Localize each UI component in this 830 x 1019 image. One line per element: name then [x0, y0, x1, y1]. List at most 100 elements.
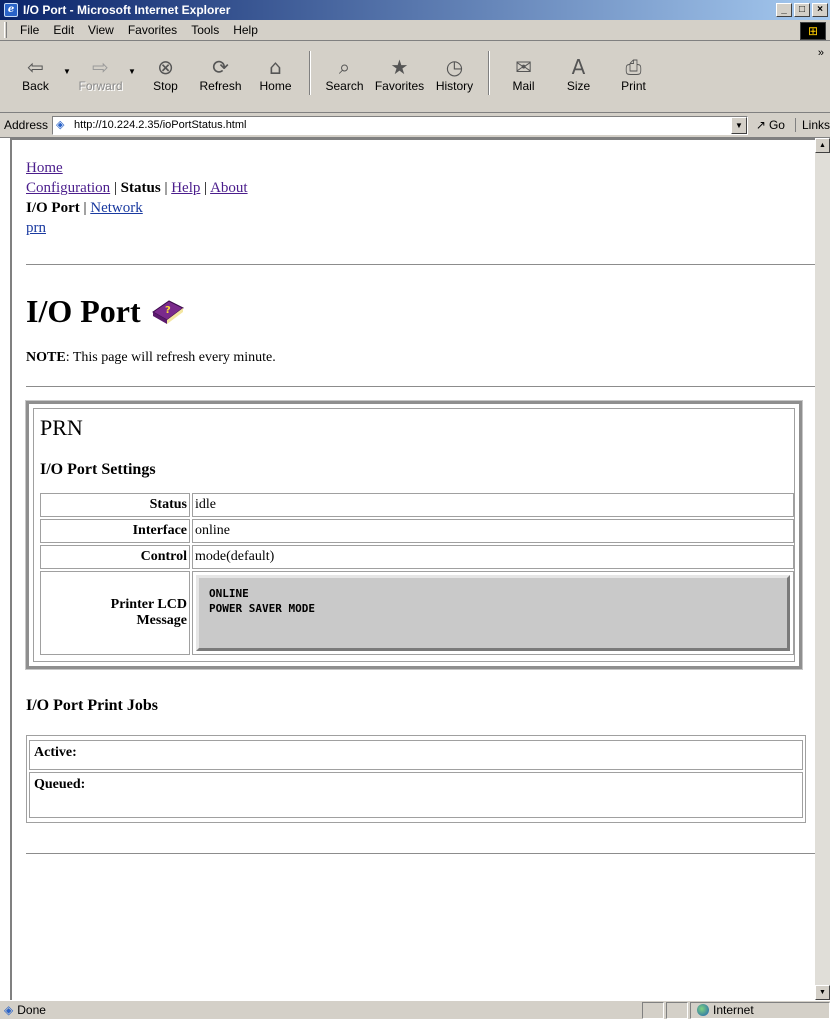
favorites-button[interactable]: ★ Favorites: [372, 49, 427, 97]
refresh-icon: ⟳: [212, 55, 229, 79]
address-url[interactable]: http://10.224.2.35/ioPortStatus.html: [74, 119, 246, 131]
security-zone: Internet: [690, 1001, 830, 1019]
menu-favorites[interactable]: Favorites: [121, 23, 184, 37]
window-title-bar[interactable]: e I/O Port - Microsoft Internet Explorer…: [0, 0, 830, 20]
toolbar-separator: [309, 51, 311, 95]
history-button[interactable]: ◷ History: [427, 49, 482, 97]
nav-link-home[interactable]: Home: [26, 160, 63, 176]
stop-label: Stop: [153, 79, 178, 93]
help-book-icon[interactable]: ?: [151, 298, 185, 326]
menu-view[interactable]: View: [81, 23, 121, 37]
status-label: Status: [40, 493, 190, 517]
stop-button[interactable]: ⊗ Stop: [138, 49, 193, 97]
lcd-label-line: Printer LCD: [110, 597, 187, 612]
search-label: Search: [325, 79, 364, 93]
print-button[interactable]: ⎙ Print: [606, 49, 661, 97]
table-row: Status idle: [40, 493, 794, 517]
history-icon: ◷: [445, 55, 464, 79]
menu-grip: [4, 22, 7, 38]
address-dropdown-icon[interactable]: ▼: [730, 116, 747, 134]
forward-dropdown-icon[interactable]: ▼: [128, 67, 138, 97]
nav-status-row: I/O Port | Network: [26, 198, 815, 218]
menu-file[interactable]: File: [13, 23, 46, 37]
print-jobs-heading: I/O Port Print Jobs: [26, 697, 158, 714]
nav-separator: |: [83, 200, 87, 216]
status-value: idle: [192, 493, 794, 517]
refresh-label: Refresh: [199, 79, 242, 93]
favorites-icon: ★: [390, 55, 409, 79]
divider: [26, 264, 815, 265]
status-message: Done: [17, 1003, 46, 1017]
back-label: Back: [22, 79, 49, 93]
home-button[interactable]: ⌂ Home: [248, 49, 303, 97]
lcd-line: ONLINE: [209, 587, 249, 600]
page-done-icon: ◈: [4, 1003, 14, 1017]
control-value: mode(default): [192, 545, 794, 569]
forward-arrow-icon: ⇨: [92, 55, 109, 79]
nav-link-network[interactable]: Network: [90, 200, 143, 216]
internet-zone-globe-icon: [697, 1004, 709, 1016]
status-bar: ◈ Done Internet: [0, 1000, 830, 1019]
print-label: Print: [621, 79, 646, 93]
nav-link-about[interactable]: About: [210, 180, 248, 196]
history-label: History: [435, 79, 474, 93]
status-pane: [642, 1001, 664, 1019]
nav-link-prn[interactable]: prn: [26, 220, 46, 236]
close-button[interactable]: ×: [812, 3, 828, 17]
scroll-down-icon[interactable]: ▼: [815, 985, 830, 1000]
prn-port-panel-inner: PRN I/O Port Settings Status idle Interf…: [33, 408, 795, 662]
stop-icon: ⊗: [157, 55, 174, 79]
menu-tools[interactable]: Tools: [184, 23, 226, 37]
queued-jobs-row: Queued:: [29, 772, 803, 818]
size-button[interactable]: A Size: [551, 49, 606, 97]
menu-help[interactable]: Help: [226, 23, 265, 37]
go-label: Go: [768, 118, 785, 132]
menu-edit[interactable]: Edit: [46, 23, 81, 37]
ie-app-icon: e: [4, 3, 18, 17]
nav-link-help[interactable]: Help: [171, 180, 200, 196]
forward-button[interactable]: ⇨ Forward: [73, 49, 128, 97]
scroll-up-icon[interactable]: ▲: [815, 138, 830, 153]
back-dropdown-icon[interactable]: ▼: [63, 67, 73, 97]
divider: [26, 853, 815, 854]
vertical-scrollbar[interactable]: ▲ ▼: [815, 138, 830, 1000]
window-controls: _ □ ×: [776, 3, 828, 17]
menu-bar: File Edit View Favorites Tools Help ⊞: [0, 20, 830, 41]
back-button[interactable]: ⇦ Back: [8, 49, 63, 97]
refresh-button[interactable]: ⟳ Refresh: [193, 49, 248, 97]
lcd-message-label: Printer LCD Message: [40, 571, 190, 655]
settings-table: Status idle Interface online Control mod…: [38, 491, 796, 657]
table-row: Control mode(default): [40, 545, 794, 569]
go-arrow-icon: ↗: [755, 118, 766, 132]
standard-toolbar: ⇦ Back ▼ ⇨ Forward ▼ ⊗ Stop ⟳ Refresh ⌂ …: [0, 41, 830, 113]
minimize-button[interactable]: _: [776, 3, 792, 17]
windows-logo-icon: ⊞: [800, 22, 826, 40]
divider: [26, 386, 815, 387]
mail-button[interactable]: ✉ Mail: [496, 49, 551, 97]
svg-text:?: ?: [165, 305, 171, 316]
toolbar-overflow-chevron-icon[interactable]: »: [818, 47, 824, 59]
maximize-button[interactable]: □: [794, 3, 810, 17]
table-row: Printer LCD Message ONLINE POWER SAVER M…: [40, 571, 794, 655]
address-bar: Address ◈ http://10.224.2.35/ioPortStatu…: [0, 113, 830, 138]
window-title: I/O Port - Microsoft Internet Explorer: [23, 3, 231, 17]
status-text: ◈ Done: [0, 1003, 640, 1017]
mail-icon: ✉: [515, 55, 532, 79]
back-arrow-icon: ⇦: [27, 55, 44, 79]
nav-current-io-port: I/O Port: [26, 200, 80, 216]
links-button[interactable]: Links: [794, 118, 830, 132]
page-title: I/O Port ?: [26, 293, 815, 330]
prn-port-panel: PRN I/O Port Settings Status idle Interf…: [25, 400, 803, 670]
address-input[interactable]: ◈ http://10.224.2.35/ioPortStatus.html ▼: [52, 115, 748, 135]
go-button[interactable]: ↗ Go: [756, 118, 785, 132]
refresh-note: NOTE: This page will refresh every minut…: [26, 350, 815, 366]
note-label: NOTE: [26, 350, 66, 365]
forward-label: Forward: [78, 79, 123, 93]
size-label: Size: [566, 79, 591, 93]
status-pane: [666, 1001, 688, 1019]
page-viewport: Home Configuration | Status | Help | Abo…: [10, 138, 815, 1000]
text-size-icon: A: [571, 55, 586, 79]
print-jobs-table: Active: Queued:: [26, 735, 806, 823]
search-button[interactable]: ⌕ Search: [317, 49, 372, 97]
nav-link-configuration[interactable]: Configuration: [26, 180, 110, 196]
